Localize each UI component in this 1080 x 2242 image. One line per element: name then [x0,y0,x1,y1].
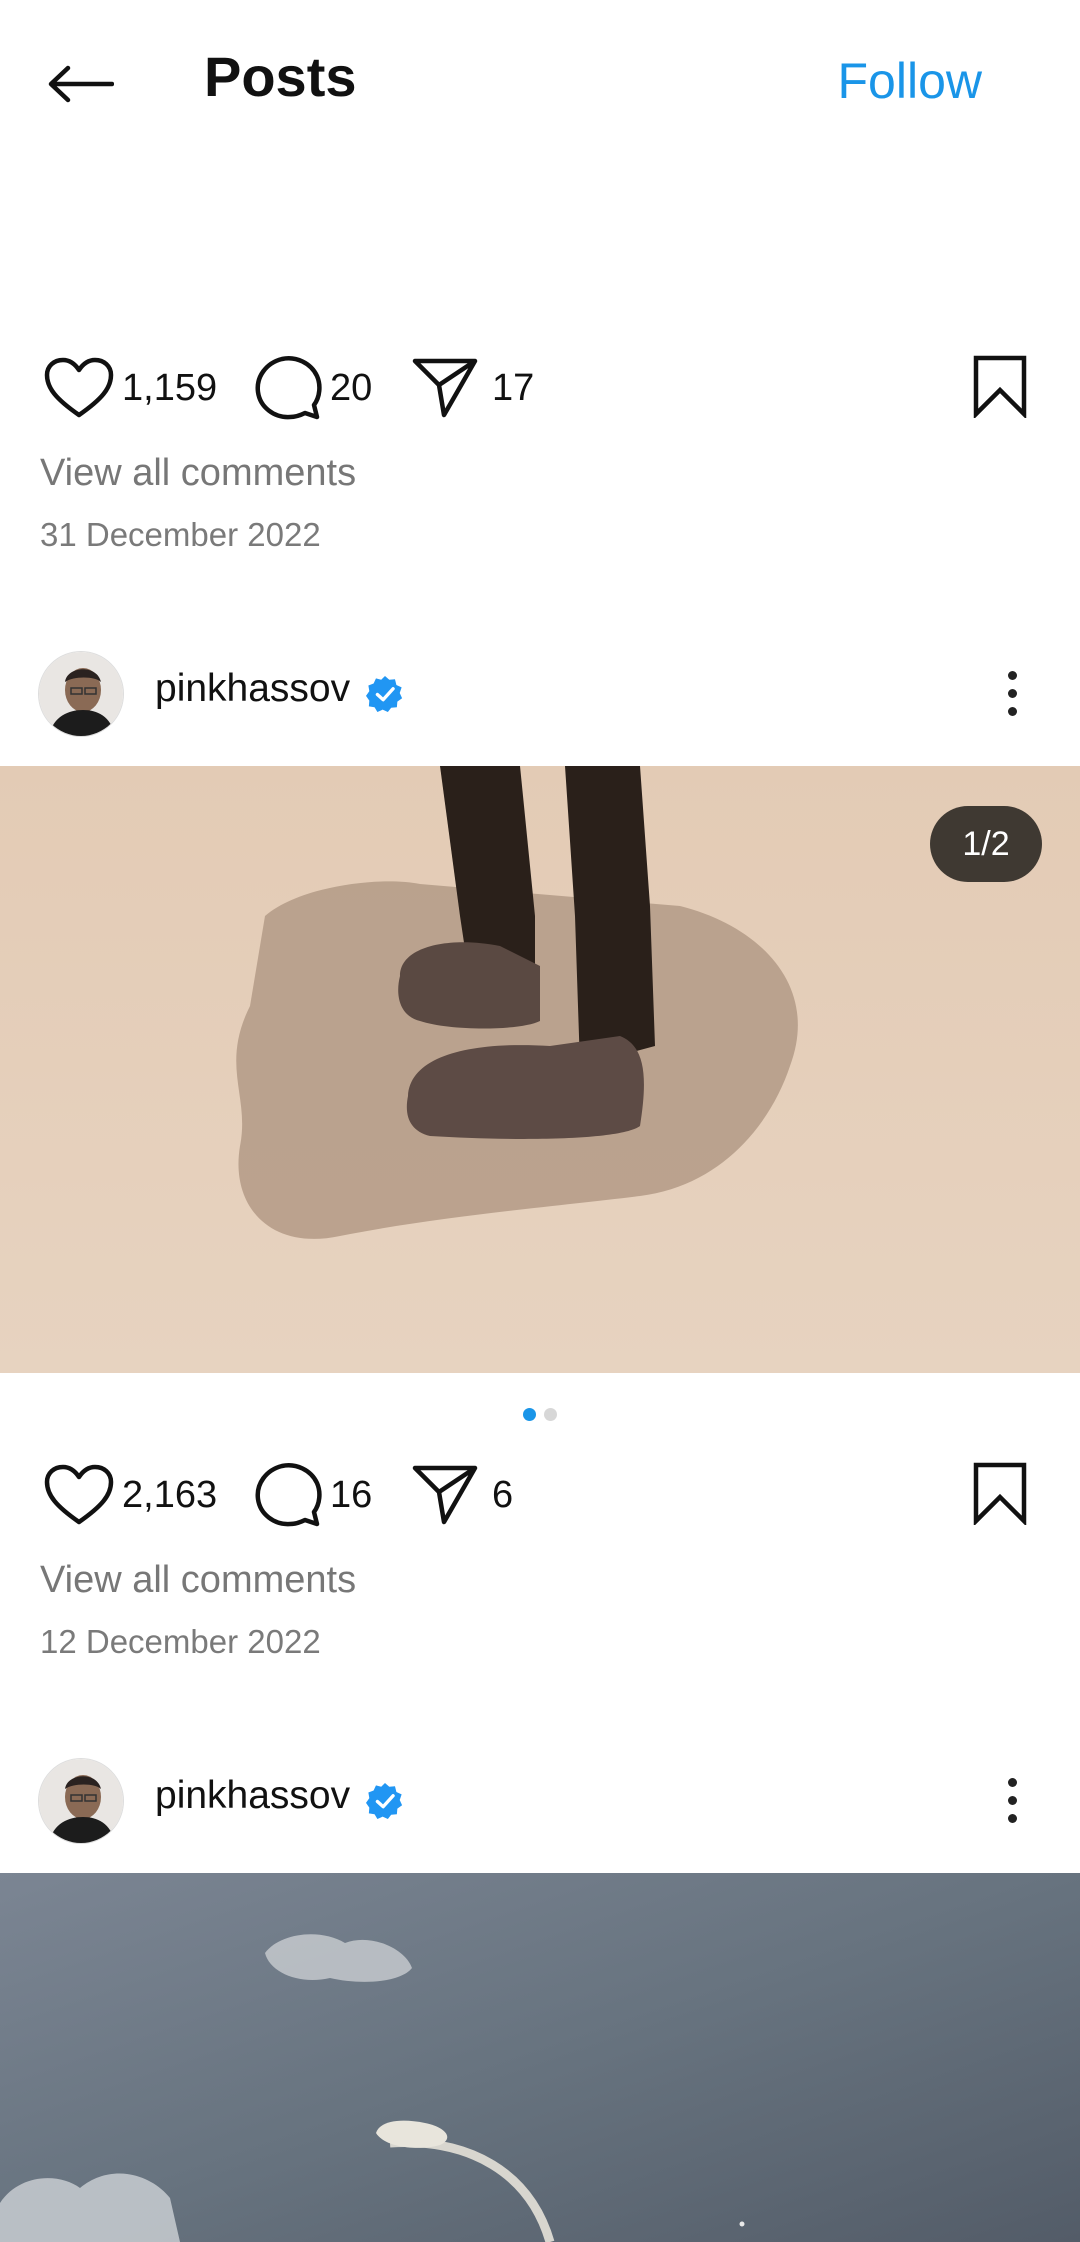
post-image[interactable]: 1/2 [0,766,1080,1373]
like-count: 2,163 [122,1473,218,1516]
carousel-indicator [0,1408,1080,1428]
back-button[interactable] [40,50,120,118]
post-photo-feet [0,766,1080,1373]
more-options-icon [1007,1777,1017,1787]
share-count: 6 [492,1473,514,1516]
comment-icon [255,356,322,420]
follow-button[interactable]: Follow [838,52,982,110]
like-button[interactable]: 1,159 [44,348,217,428]
image-counter-badge: 1/2 [930,806,1042,882]
verified-badge-icon [366,1782,403,1820]
share-count: 17 [492,366,535,409]
post-actions: 2,163 16 6 [0,1455,1080,1535]
posts-screen: Posts Follow 1,159 20 17 View all commen… [0,0,1080,2242]
comment-count: 20 [330,366,373,409]
more-options-button[interactable] [988,1764,1036,1836]
avatar-photo [39,652,123,736]
top-bar: Posts Follow [0,0,1080,160]
page-title: Posts [204,45,357,108]
view-all-comments-link[interactable]: View all comments [40,1559,356,1602]
comment-button[interactable]: 16 [254,1455,372,1535]
verified-badge-icon [366,675,403,713]
avatar[interactable] [38,651,124,737]
username[interactable]: pinkhassov [155,1774,350,1818]
carousel-dot [544,1408,557,1421]
bookmark-icon [973,1462,1027,1527]
comment-button[interactable]: 20 [254,348,372,428]
save-button[interactable] [972,354,1032,424]
avatar-photo [39,1759,123,1843]
like-button[interactable]: 2,163 [44,1455,217,1535]
more-options-button[interactable] [988,657,1036,729]
comment-icon [255,1463,322,1527]
post-date: 12 December 2022 [40,1623,321,1660]
post-photo-sky [0,1873,1080,2242]
bookmark-icon [973,355,1027,420]
post-date: 31 December 2022 [40,516,321,553]
post-image[interactable] [0,1873,1080,2242]
post-header: pinkhassov [0,1752,1080,1848]
share-icon [412,358,478,418]
avatar[interactable] [38,1758,124,1844]
comment-count: 16 [330,1473,373,1516]
like-count: 1,159 [122,366,218,409]
post-actions: 1,159 20 17 [0,348,1080,428]
share-button[interactable]: 6 [412,1455,513,1535]
carousel-dot-active [523,1408,536,1421]
heart-icon [44,1464,114,1525]
save-button[interactable] [972,1461,1032,1531]
share-icon [412,1465,478,1525]
username[interactable]: pinkhassov [155,667,350,711]
more-options-icon [1007,670,1017,680]
heart-icon [44,357,114,418]
view-all-comments-link[interactable]: View all comments [40,452,356,495]
share-button[interactable]: 17 [412,348,534,428]
post-header: pinkhassov [0,645,1080,741]
back-arrow-icon [48,65,114,103]
